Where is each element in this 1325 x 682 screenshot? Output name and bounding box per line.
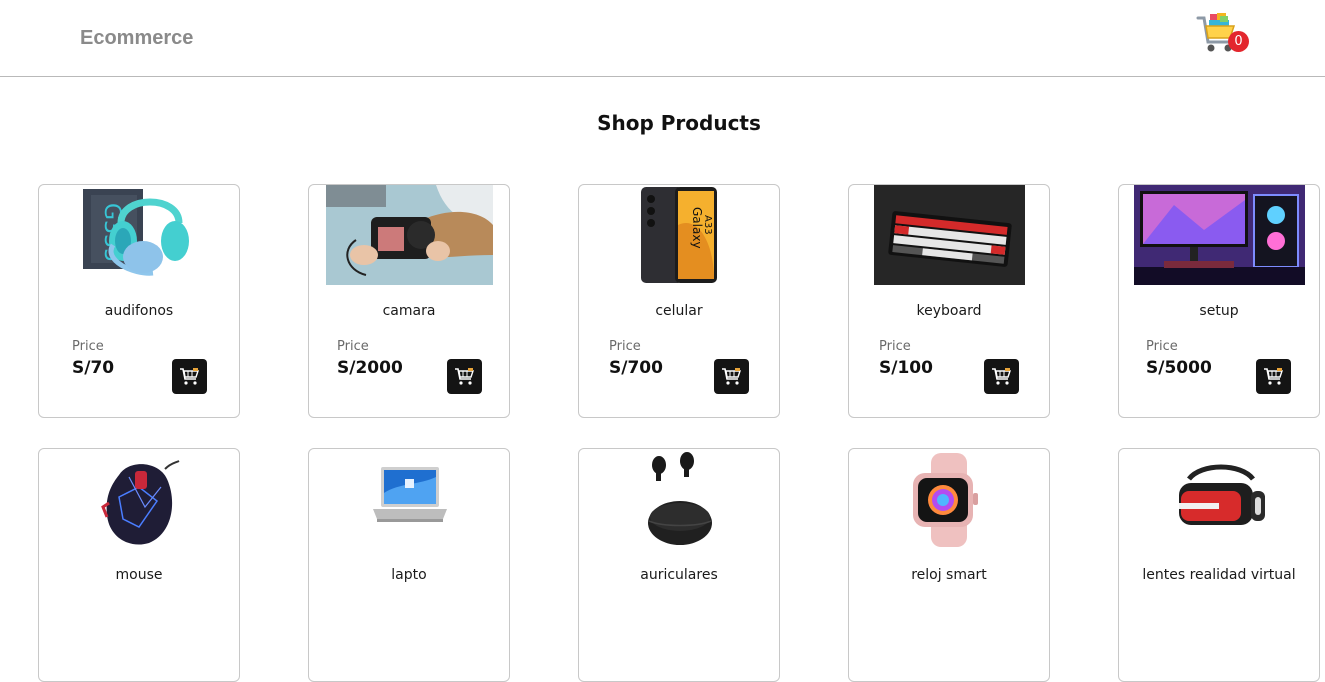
product-image-phone: Galaxy A33 [639, 185, 721, 285]
product-name: auriculares [640, 567, 718, 583]
product-price: S/700 [609, 358, 663, 378]
product-name: camara [382, 303, 436, 319]
product-image-headphones: G335 [83, 185, 198, 285]
price-label: Price [879, 339, 911, 354]
cart-icon [455, 368, 474, 385]
price-label: Price [72, 339, 104, 354]
product-image-earbuds [643, 451, 717, 547]
svg-text:Galaxy: Galaxy [690, 207, 704, 249]
cart-button[interactable]: 0 [1196, 12, 1256, 57]
top-navbar: Ecommerce 0 [0, 0, 1325, 77]
product-card: lapto [308, 448, 510, 682]
product-image-smartwatch [907, 453, 991, 547]
product-card: auriculares [578, 448, 780, 682]
add-to-cart-button[interactable] [1256, 359, 1291, 394]
product-price: S/100 [879, 358, 933, 378]
product-name: celular [655, 303, 703, 319]
product-card: mouse [38, 448, 240, 682]
add-to-cart-button[interactable] [714, 359, 749, 394]
page-title: Shop Products [597, 111, 761, 135]
add-to-cart-button[interactable] [447, 359, 482, 394]
product-name: lapto [391, 567, 427, 583]
product-name: mouse [115, 567, 163, 583]
product-card: keyboard Price S/100 [848, 184, 1050, 418]
price-label: Price [609, 339, 641, 354]
product-name: audifonos [104, 303, 174, 319]
product-card: G335 audifonos Price S/70 [38, 184, 240, 418]
product-card: Galaxy A33 celular Price S/700 [578, 184, 780, 418]
product-image-mouse [99, 457, 181, 547]
product-card: camara Price S/2000 [308, 184, 510, 418]
product-price: S/5000 [1146, 358, 1212, 378]
svg-text:A33: A33 [702, 215, 713, 235]
add-to-cart-button[interactable] [984, 359, 1019, 394]
cart-icon [722, 368, 741, 385]
product-name: lentes realidad virtual [1142, 567, 1296, 583]
cart-icon [992, 368, 1011, 385]
product-price: S/70 [72, 358, 115, 378]
product-image-vr-headset [1171, 461, 1269, 539]
brand-logo-text[interactable]: Ecommerce [80, 27, 193, 50]
product-price: S/2000 [337, 358, 403, 378]
cart-icon [1264, 368, 1283, 385]
product-card: setup Price S/5000 [1118, 184, 1320, 418]
product-image-setup [1134, 185, 1305, 285]
product-image-camera [326, 185, 493, 285]
product-name: setup [1199, 303, 1239, 319]
cart-icon [180, 368, 199, 385]
add-to-cart-button[interactable] [172, 359, 207, 394]
product-name: reloj smart [911, 567, 987, 583]
product-card: lentes realidad virtual [1118, 448, 1320, 682]
product-name: keyboard [916, 303, 982, 319]
price-label: Price [1146, 339, 1178, 354]
cart-count-badge: 0 [1228, 31, 1249, 52]
product-card: reloj smart [848, 448, 1050, 682]
price-label: Price [337, 339, 369, 354]
product-image-keyboard [874, 185, 1025, 285]
product-image-laptop [369, 463, 451, 535]
